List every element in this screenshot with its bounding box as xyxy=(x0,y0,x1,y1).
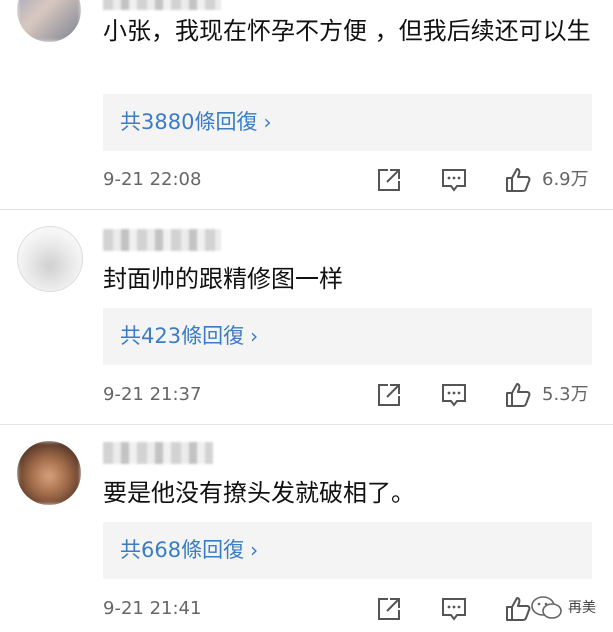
replies-count-label: 共668條回復 xyxy=(120,538,245,562)
divider xyxy=(0,424,613,425)
chevron-right-icon: › xyxy=(250,324,259,348)
avatar[interactable] xyxy=(17,441,81,505)
replies-link[interactable]: 共3880條回復 › xyxy=(103,94,592,151)
username[interactable] xyxy=(103,442,213,464)
replies-link[interactable]: 共668條回復 › xyxy=(103,522,592,579)
comment-text: 要是他没有撩头发就破相了。 xyxy=(103,479,415,507)
username[interactable] xyxy=(103,0,221,10)
comment-time: 9-21 21:41 xyxy=(103,598,202,619)
comment-text: 封面帅的跟精修图一样 xyxy=(103,265,343,293)
replies-count-label: 共3880條回復 xyxy=(120,110,258,134)
comment-icon[interactable] xyxy=(441,167,467,193)
comment-meta: 9-21 22:08 6.9万 xyxy=(103,165,603,195)
share-icon[interactable] xyxy=(376,167,402,193)
username[interactable] xyxy=(103,229,221,251)
comment-icon[interactable] xyxy=(441,382,467,408)
comment-time: 9-21 22:08 xyxy=(103,169,202,190)
thumbs-up-icon[interactable] xyxy=(505,382,531,408)
divider xyxy=(0,209,613,210)
like-count: 5.3万 xyxy=(542,384,589,405)
comment-text: 小张，我现在怀孕不方便 ，但我后续还可以生 xyxy=(103,17,591,45)
share-icon[interactable] xyxy=(376,596,402,622)
replies-count-label: 共423條回復 xyxy=(120,324,245,348)
chevron-right-icon: › xyxy=(263,110,272,134)
wechat-logo-icon xyxy=(531,596,562,619)
watermark: 再美 xyxy=(528,593,608,623)
share-icon[interactable] xyxy=(376,382,402,408)
like-count: 6.9万 xyxy=(542,169,589,190)
chevron-right-icon: › xyxy=(250,538,259,562)
avatar[interactable] xyxy=(17,226,83,292)
replies-link[interactable]: 共423條回復 › xyxy=(103,308,592,365)
watermark-text: 再美 xyxy=(568,600,596,616)
thumbs-up-icon[interactable] xyxy=(505,167,531,193)
comment-time: 9-21 21:37 xyxy=(103,384,202,405)
comment-icon[interactable] xyxy=(441,596,467,622)
avatar[interactable] xyxy=(17,0,81,42)
comment-meta: 9-21 21:37 5.3万 xyxy=(103,380,603,410)
